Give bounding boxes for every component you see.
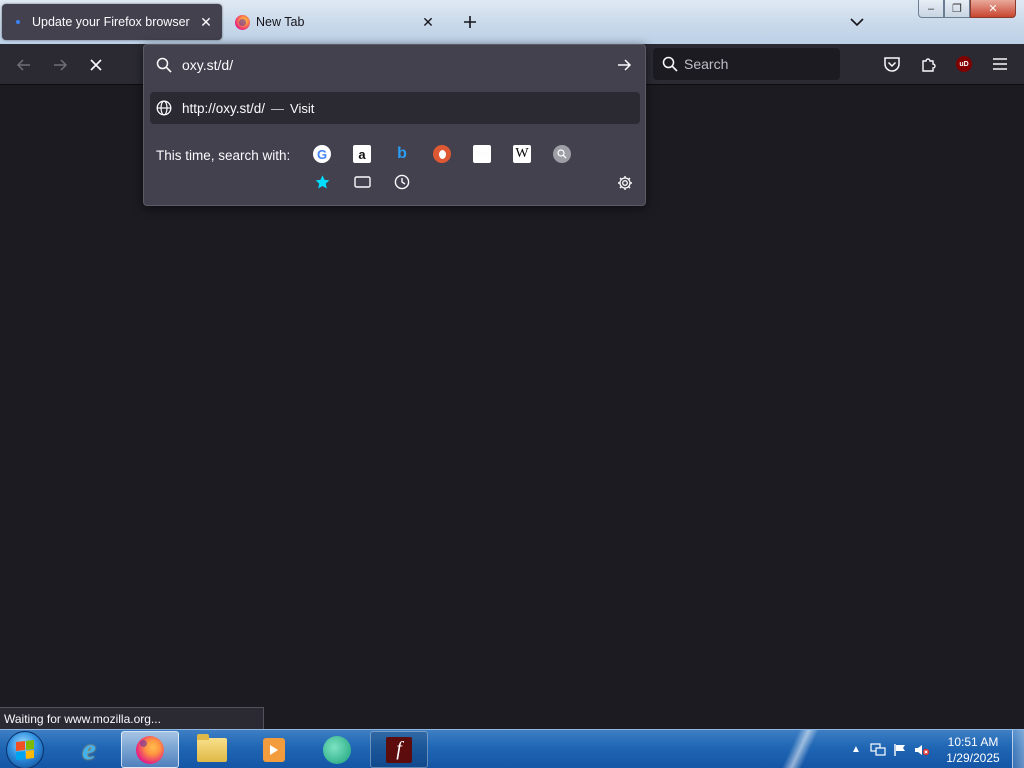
status-panel: Waiting for www.mozilla.org... [0,707,264,729]
urlbar[interactable] [144,45,645,85]
maximize-button[interactable]: ❐ [944,0,970,18]
puzzle-icon [922,58,936,72]
new-tab-button[interactable] [458,10,482,34]
extensions-button[interactable] [917,52,941,76]
taskbar-windows-explorer[interactable] [183,731,241,768]
media-player-icon [263,737,285,762]
search-icon [156,57,174,73]
firefox-icon [234,14,250,30]
search-bar[interactable] [653,48,840,80]
list-all-tabs-button[interactable] [845,10,869,34]
urlbar-dropdown: http://oxy.st/d/ — Visit This time, sear… [143,44,646,206]
back-button[interactable] [11,52,37,78]
bookmarks-star-icon[interactable] [313,173,331,191]
chevron-down-icon [850,18,864,27]
taskbar-internet-explorer[interactable]: e [60,731,118,768]
pocket-icon [884,57,900,72]
go-arrow-button[interactable] [613,54,635,76]
app-menu-button[interactable] [988,52,1012,76]
minimize-button[interactable]: – [918,0,944,18]
flash-player-icon: f [386,736,412,763]
history-clock-icon[interactable] [393,173,411,191]
ebay-search-icon[interactable]: ebay [473,145,491,163]
taskbar-messenger[interactable] [308,731,366,768]
tab-update-firefox[interactable]: Update your Firefox browser ✕ [2,4,222,40]
taskbar-firefox[interactable] [121,731,179,768]
show-desktop-button[interactable] [1012,730,1024,768]
volume-muted-icon[interactable] [911,740,933,760]
folder-icon [197,733,227,762]
windows-logo-icon [16,740,34,760]
hamburger-menu-icon [993,58,1007,70]
globe-icon [156,100,174,116]
messenger-icon [323,735,351,764]
loading-indicator-icon [10,14,26,30]
arrow-right-icon [618,59,632,71]
other-engine-search-icon[interactable] [553,145,571,163]
clock-date: 1/29/2025 [946,751,1000,765]
internet-explorer-icon: e [82,732,96,766]
tab-title: New Tab [256,15,305,29]
url-input[interactable] [182,57,602,73]
stop-button[interactable] [83,52,109,78]
tabs-icon[interactable] [353,173,371,191]
ublock-shield-icon: uD [956,56,972,72]
gear-icon [618,176,632,190]
result-action: Visit [290,100,315,116]
arrow-left-icon [16,59,30,71]
taskbar-flash-player[interactable]: f [370,731,428,768]
ublock-origin-button[interactable]: uD [952,52,976,76]
result-separator: — [271,100,285,116]
result-url: http://oxy.st/d/ [182,100,266,116]
notification-area: ▲ [845,730,933,768]
action-center-flag-icon[interactable] [889,740,911,760]
search-settings-button[interactable] [615,173,635,193]
start-button[interactable] [6,731,44,768]
system-clock[interactable]: 10:51 AM 1/29/2025 [938,734,1008,766]
clock-time: 10:51 AM [947,735,999,749]
tab-new-tab[interactable]: New Tab ✕ [226,4,444,40]
close-tab-icon[interactable]: ✕ [418,12,438,32]
google-search-icon[interactable]: G [313,145,331,163]
taskbar-glare [760,730,840,768]
window-controls: – ❐ ✕ [918,0,1016,18]
close-window-button[interactable]: ✕ [970,0,1016,18]
pocket-button[interactable] [880,52,904,76]
amazon-search-icon[interactable]: a [353,145,371,163]
close-icon [90,59,102,71]
taskbar-media-player[interactable] [245,731,303,768]
search-icon [662,56,678,72]
show-hidden-icons-arrow-icon[interactable]: ▲ [845,740,867,760]
search-input[interactable] [684,56,824,72]
network-icon[interactable] [867,740,889,760]
tab-strip: Update your Firefox browser ✕ New Tab ✕ … [0,0,1024,44]
firefox-icon [136,735,164,764]
tab-title: Update your Firefox browser [32,15,190,29]
plus-icon [464,16,476,28]
windows-taskbar: e f ▲ 10:51 AM 1/29/2025 [0,729,1024,768]
duckduckgo-search-icon[interactable] [433,145,451,163]
arrow-right-icon [54,59,68,71]
close-tab-icon[interactable]: ✕ [196,12,216,32]
one-off-search-label: This time, search with: [156,148,291,163]
visit-url-result[interactable]: http://oxy.st/d/ — Visit [150,92,640,124]
bing-search-icon[interactable]: b [393,145,411,163]
forward-button[interactable] [47,52,73,78]
wikipedia-search-icon[interactable]: W [513,145,531,163]
